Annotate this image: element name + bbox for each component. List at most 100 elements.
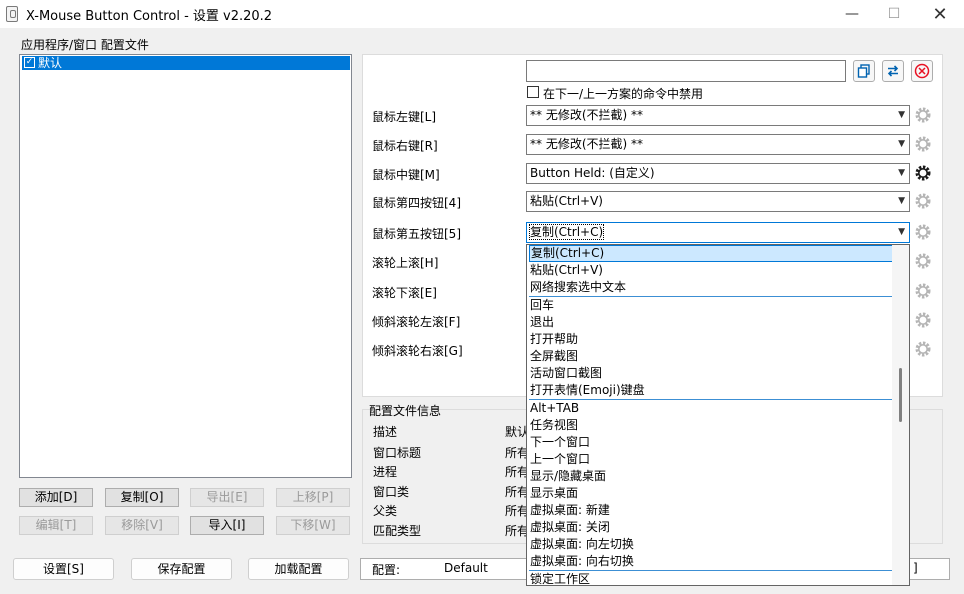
left-button-settings <box>913 105 933 125</box>
apps-group-label: 应用程序/窗口 配置文件 <box>21 38 149 52</box>
info-process-label: 进程 <box>373 465 398 479</box>
tilt-right-label: 倾斜滚轮右滚[G] <box>372 344 463 358</box>
middle-button-select[interactable]: Button Held: (自定义) ▼ <box>526 163 910 184</box>
dropdown-item[interactable]: 活动窗口截图 <box>529 365 893 382</box>
button5-select[interactable]: 复制(Ctrl+C) ▼ <box>526 222 910 243</box>
gear-icon <box>915 312 931 328</box>
move-up-button[interactable]: 上移[P] <box>276 488 350 507</box>
chevron-down-icon: ▼ <box>898 196 905 206</box>
chevron-down-icon: ▼ <box>898 110 905 120</box>
button4-select[interactable]: 粘贴(Ctrl+V) ▼ <box>526 191 910 212</box>
status-tail-text: ] <box>913 561 918 575</box>
wheel-down-label: 滚轮下滚[E] <box>372 286 437 300</box>
button5-settings <box>913 222 933 242</box>
tilt-left-settings <box>913 310 933 330</box>
button4-value: 粘贴(Ctrl+V) <box>530 194 603 208</box>
dropdown-item[interactable]: 下一个窗口 <box>529 434 893 451</box>
gear-icon <box>915 341 931 357</box>
chevron-down-icon: ▼ <box>898 139 905 149</box>
scrollbar-thumb[interactable] <box>899 368 902 422</box>
dropdown-item[interactable]: 显示/隐藏桌面 <box>529 468 893 485</box>
profile-info-title: 配置文件信息 <box>369 404 442 418</box>
dropdown-item[interactable]: 打开表情(Emoji)键盘 <box>529 382 893 399</box>
button5-value: 复制(Ctrl+C) <box>528 224 605 240</box>
status-profile-label: 配置: <box>372 563 401 577</box>
wheel-up-label: 滚轮上滚[H] <box>372 256 439 270</box>
chevron-down-icon: ▼ <box>898 227 905 237</box>
dropdown-item[interactable]: 网络搜索选中文本 <box>529 279 893 296</box>
dropdown-item[interactable]: 退出 <box>529 314 893 331</box>
dropdown-item[interactable]: 回车 <box>529 297 893 314</box>
profile-name-field[interactable] <box>526 60 846 82</box>
copy-icon <box>857 64 870 78</box>
swap-buttons-button[interactable] <box>882 60 904 82</box>
wheel-up-settings <box>913 251 933 271</box>
action-dropdown-list[interactable]: 复制(Ctrl+C) 粘贴(Ctrl+V) 网络搜索选中文本 回车 退出 打开帮… <box>526 244 910 586</box>
button4-settings <box>913 191 933 211</box>
dropdown-item[interactable]: 虚拟桌面: 关闭 <box>529 519 893 536</box>
dropdown-item[interactable]: 粘贴(Ctrl+V) <box>529 262 893 279</box>
list-item-label: 默认 <box>38 56 63 70</box>
gear-icon <box>915 224 931 240</box>
dropdown-item[interactable]: 全屏截图 <box>529 348 893 365</box>
left-button-value: ** 无修改(不拦截) ** <box>530 108 643 122</box>
dropdown-item[interactable]: 虚拟桌面: 向左切换 <box>529 536 893 553</box>
edit-button[interactable]: 编辑[T] <box>19 516 93 535</box>
left-button-select[interactable]: ** 无修改(不拦截) ** ▼ <box>526 105 910 126</box>
list-item[interactable]: ✓ 默认 <box>22 56 350 70</box>
gear-icon <box>915 136 931 152</box>
import-button[interactable]: 导入[I] <box>190 516 264 535</box>
disable-in-profile-checkbox[interactable] <box>527 86 539 98</box>
info-window-title-label: 窗口标题 <box>373 446 422 460</box>
dropdown-item[interactable]: 打开帮助 <box>529 331 893 348</box>
right-button-value: ** 无修改(不拦截) ** <box>530 137 643 151</box>
chevron-down-icon: ▼ <box>898 168 905 178</box>
gear-icon <box>915 107 931 123</box>
info-parent-class-label: 父类 <box>373 504 398 518</box>
gear-icon <box>915 283 931 299</box>
load-profile-button[interactable]: 加载配置 <box>248 558 349 580</box>
maximize-button[interactable]: ☐ <box>871 0 917 28</box>
button5-label: 鼠标第五按钮[5] <box>372 227 461 241</box>
info-window-class-label: 窗口类 <box>373 485 410 499</box>
swap-icon <box>887 65 899 77</box>
tilt-right-settings <box>913 339 933 359</box>
info-description-label: 描述 <box>373 425 398 439</box>
middle-button-settings[interactable] <box>913 163 933 183</box>
right-button-label: 鼠标右键[R] <box>372 139 438 153</box>
export-button[interactable]: 导出[E] <box>190 488 264 507</box>
add-button[interactable]: 添加[D] <box>19 488 93 507</box>
disable-in-profile-label: 在下一/上一方案的命令中禁用 <box>543 87 704 101</box>
save-profile-button[interactable]: 保存配置 <box>131 558 232 580</box>
window-title: X-Mouse Button Control - 设置 v2.20.2 <box>26 9 273 24</box>
middle-button-value: Button Held: (自定义) <box>530 166 655 180</box>
dropdown-item[interactable]: 虚拟桌面: 新建 <box>529 502 893 519</box>
dropdown-item[interactable]: 复制(Ctrl+C) <box>529 245 893 262</box>
apps-list[interactable]: ✓ 默认 <box>19 54 352 478</box>
copy-profile-button[interactable] <box>853 60 875 82</box>
right-button-select[interactable]: ** 无修改(不拦截) ** ▼ <box>526 134 910 155</box>
wheel-down-settings <box>913 281 933 301</box>
button4-label: 鼠标第四按钮[4] <box>372 196 461 210</box>
minimize-button[interactable]: — <box>829 0 875 28</box>
gear-icon <box>915 193 931 209</box>
dropdown-item[interactable]: 任务视图 <box>529 417 893 434</box>
status-profile-value: Default <box>444 561 488 575</box>
copy-button[interactable]: 复制[O] <box>105 488 179 507</box>
dropdown-item[interactable]: 虚拟桌面: 向右切换 <box>529 553 893 570</box>
right-button-settings <box>913 134 933 154</box>
dropdown-item[interactable]: 上一个窗口 <box>529 451 893 468</box>
checkbox-checked-icon[interactable]: ✓ <box>24 57 35 68</box>
close-button[interactable]: ✕ <box>917 0 963 28</box>
reset-button[interactable] <box>911 60 933 82</box>
app-mouse-icon <box>6 6 18 22</box>
dropdown-item[interactable]: 显示桌面 <box>529 485 893 502</box>
move-down-button[interactable]: 下移[W] <box>276 516 350 535</box>
remove-button[interactable]: 移除[V] <box>105 516 179 535</box>
dropdown-item[interactable]: 锁定工作区 <box>529 571 893 585</box>
settings-button[interactable]: 设置[S] <box>13 558 114 580</box>
left-button-label: 鼠标左键[L] <box>372 110 437 124</box>
tilt-left-label: 倾斜滚轮左滚[F] <box>372 315 461 329</box>
cancel-icon <box>914 63 930 79</box>
dropdown-item[interactable]: Alt+TAB <box>529 400 893 417</box>
